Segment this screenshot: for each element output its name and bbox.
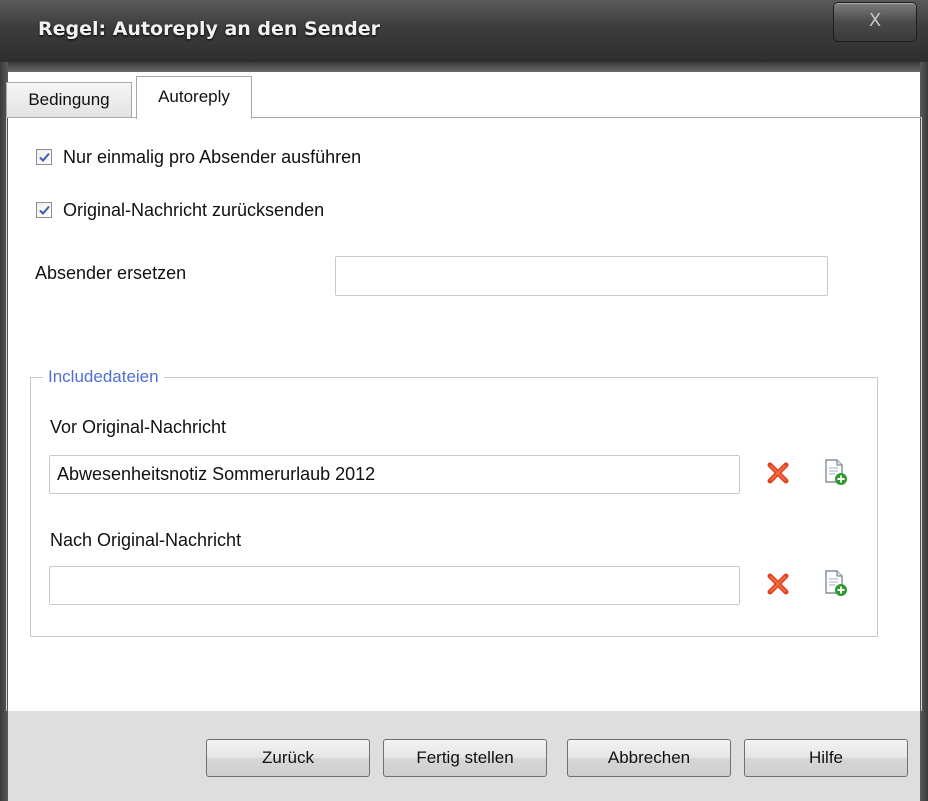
window-title: Regel: Autoreply an den Sender [38, 18, 381, 40]
close-button[interactable]: X [833, 2, 917, 42]
back-button[interactable]: Zurück [206, 739, 370, 777]
checkmark-icon [39, 152, 50, 162]
tab-bedingung[interactable]: Bedingung [6, 82, 132, 117]
remove-before-button[interactable] [765, 460, 791, 486]
dialog-window: Regel: Autoreply an den Sender X Bedingu… [0, 0, 928, 801]
include-files-legend: Includedateien [43, 367, 164, 387]
title-bar-edge [0, 62, 928, 72]
replace-sender-input[interactable] [335, 256, 828, 296]
delete-icon [767, 462, 789, 484]
return-original-checkbox[interactable] [36, 202, 52, 218]
before-original-input[interactable]: Abwesenheitsnotiz Sommerurlaub 2012 [49, 455, 740, 494]
finish-button[interactable]: Fertig stellen [383, 739, 547, 777]
replace-sender-label: Absender ersetzen [35, 263, 187, 283]
after-original-label: Nach Original-Nachricht [50, 530, 242, 550]
checkmark-icon [39, 205, 50, 215]
panel-border [921, 117, 922, 711]
add-file-icon [825, 459, 847, 485]
cancel-button[interactable]: Abbrechen [567, 739, 731, 777]
before-original-value: Abwesenheitsnotiz Sommerurlaub 2012 [57, 464, 376, 484]
after-original-input[interactable] [49, 566, 740, 605]
add-file-icon [825, 570, 847, 596]
remove-after-button[interactable] [765, 571, 791, 597]
delete-icon [767, 573, 789, 595]
before-original-label: Vor Original-Nachricht [50, 417, 227, 437]
return-original-label[interactable]: Original-Nachricht zurücksenden [63, 200, 324, 221]
once-per-sender-label[interactable]: Nur einmalig pro Absender ausführen [63, 147, 361, 168]
panel-border [6, 117, 7, 711]
close-icon: X [868, 10, 882, 31]
once-per-sender-checkbox[interactable] [36, 149, 52, 165]
title-bar[interactable]: Regel: Autoreply an den Sender X [0, 0, 928, 62]
help-button[interactable]: Hilfe [744, 739, 908, 777]
add-before-file-button[interactable] [823, 458, 849, 485]
add-after-file-button[interactable] [823, 569, 849, 596]
tab-autoreply[interactable]: Autoreply [136, 76, 252, 119]
